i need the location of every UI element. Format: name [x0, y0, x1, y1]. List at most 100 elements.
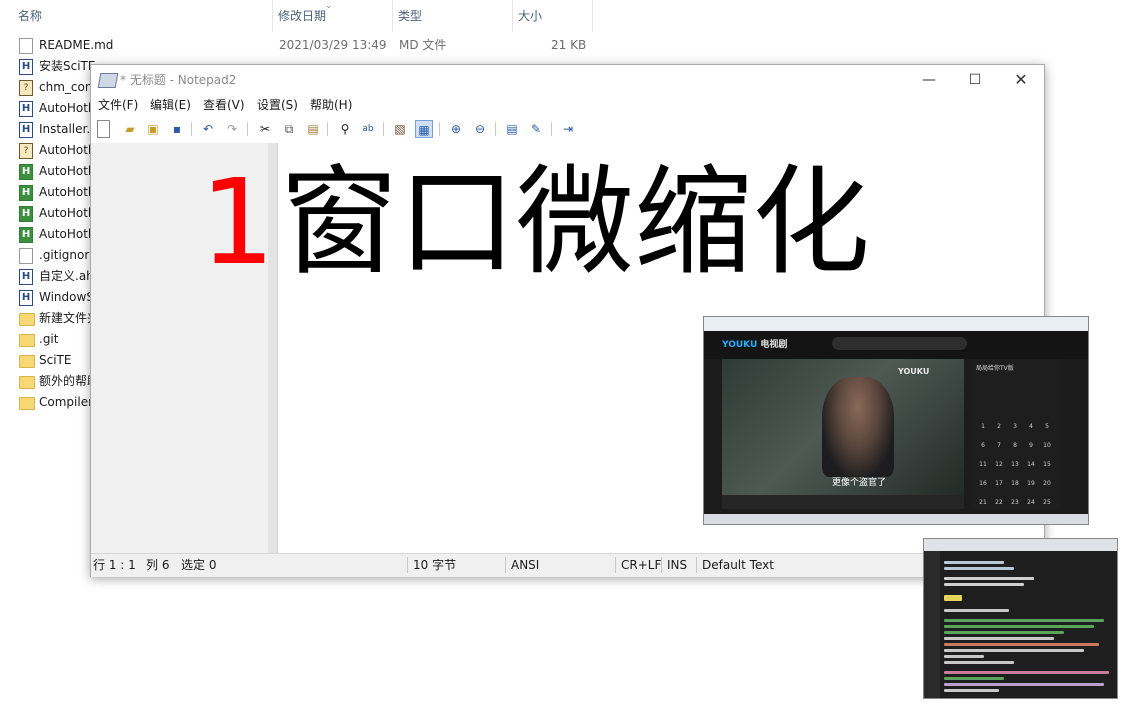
- file-row[interactable]: README.md 2021/03/29 13:49 MD 文件 21 KB: [0, 35, 620, 56]
- episode-button: 4: [1029, 423, 1033, 430]
- menu-file[interactable]: 文件(F): [98, 95, 138, 115]
- toolbar-separator: [439, 122, 440, 136]
- file-name: README.md: [39, 38, 114, 52]
- customize-scheme-icon[interactable]: ✎: [527, 120, 545, 138]
- episode-button: 11: [979, 461, 987, 468]
- video-frame: YOUKU 更像个盗官了: [722, 359, 964, 495]
- episode-button: 7: [997, 442, 1001, 449]
- code-line: [944, 637, 1054, 640]
- file-name: AutoHotl: [39, 143, 92, 157]
- code-line: [944, 649, 1084, 652]
- redo-icon[interactable]: ↷: [223, 120, 241, 138]
- document-icon: [19, 248, 33, 264]
- folder-icon: [19, 397, 35, 410]
- save-icon[interactable]: ▪: [168, 120, 186, 138]
- title-bar[interactable]: * 无标题 - Notepad2 — ☐ ✕: [91, 65, 1044, 95]
- episode-button: 18: [1011, 480, 1019, 487]
- episode-button: 21: [979, 499, 987, 506]
- file-name: AutoHotl: [39, 206, 92, 220]
- ahk-green-icon: H: [19, 164, 33, 180]
- episode-button: 9: [1029, 442, 1033, 449]
- file-name: AutoHotl: [39, 185, 92, 199]
- episode-button: 12: [995, 461, 1003, 468]
- ahk-script-icon: H: [19, 101, 33, 117]
- ahk-script-icon: H: [19, 290, 33, 306]
- toolbar: ▰ ▣ ▪ ↶ ↷ ✂ ⧉ ▤ ⚲ ab ▧ ▦ ⊕ ⊖ ▤ ✎ ⇥: [91, 116, 1044, 142]
- toolbar-separator: [191, 122, 192, 136]
- episode-button: 17: [995, 480, 1003, 487]
- thumbnail-code-editor-window[interactable]: [923, 538, 1118, 699]
- status-insert-mode[interactable]: INS: [667, 554, 687, 576]
- zoom-out-icon[interactable]: ⊖: [471, 120, 489, 138]
- toggle-view-icon[interactable]: ▦: [415, 120, 433, 138]
- menu-bar: 文件(F) 编辑(E) 查看(V) 设置(S) 帮助(H): [91, 95, 1044, 115]
- folder-icon: [19, 334, 35, 347]
- editor-gutter: [924, 551, 940, 698]
- status-bytes: 10 字节: [413, 558, 457, 572]
- status-column: 列 6: [146, 558, 170, 572]
- episode-button: 23: [1011, 499, 1019, 506]
- file-name: 安装SciTE: [39, 59, 96, 73]
- scheme-icon[interactable]: ▤: [503, 120, 521, 138]
- overlay-title: 窗口微缩化: [280, 153, 871, 291]
- overlay-number: 1: [200, 153, 276, 291]
- browse-icon[interactable]: ▣: [144, 120, 162, 138]
- window-title: * 无标题 - Notepad2: [120, 73, 237, 87]
- menu-help[interactable]: 帮助(H): [310, 95, 352, 115]
- exit-icon[interactable]: ⇥: [559, 120, 577, 138]
- column-header-type[interactable]: 类型: [393, 0, 513, 32]
- close-button[interactable]: ✕: [998, 65, 1044, 95]
- episode-button: 6: [981, 442, 985, 449]
- ahk-script-icon: H: [19, 269, 33, 285]
- ahk-green-icon: H: [19, 185, 33, 201]
- episode-button: 10: [1043, 442, 1051, 449]
- code-line: [944, 689, 999, 692]
- menu-edit[interactable]: 编辑(E): [150, 95, 191, 115]
- file-type: MD 文件: [399, 38, 447, 52]
- episode-button: 8: [1013, 442, 1017, 449]
- file-name: Installer.: [39, 122, 91, 136]
- video-person-image: [822, 377, 894, 477]
- menu-settings[interactable]: 设置(S): [257, 95, 298, 115]
- code-comment-line: [944, 677, 1004, 680]
- site-logo: YOUKU 电视剧: [722, 340, 788, 350]
- file-name: chm_con: [39, 80, 93, 94]
- episode-button: 14: [1027, 461, 1035, 468]
- status-line-ending[interactable]: CR+LF: [621, 554, 661, 576]
- paste-icon[interactable]: ▤: [304, 120, 322, 138]
- zoom-in-icon[interactable]: ⊕: [447, 120, 465, 138]
- code-comment-line: [944, 625, 1094, 628]
- undo-icon[interactable]: ↶: [199, 120, 217, 138]
- status-encoding[interactable]: ANSI: [511, 554, 539, 576]
- file-name: .gitignor: [39, 248, 90, 262]
- ahk-green-icon: H: [19, 227, 33, 243]
- episode-button: 3: [1013, 423, 1017, 430]
- maximize-button[interactable]: ☐: [952, 65, 998, 95]
- new-file-icon[interactable]: [97, 120, 110, 138]
- status-separator: [615, 557, 616, 573]
- taskbar-strip: [704, 514, 1088, 524]
- thumbnail-video-window[interactable]: YOUKU 电视剧 YOUKU 更像个盗官了 局局给你TV版 1 2 3 4 56 7 8 9…: [703, 316, 1089, 525]
- word-wrap-icon[interactable]: ▧: [391, 120, 409, 138]
- episode-panel: 局局给你TV版 1 2 3 4 56 7 8 9 1011 12 13 14 1516 17 18 19 202…: [972, 359, 1060, 524]
- replace-icon[interactable]: ab: [359, 120, 377, 138]
- episode-button: 24: [1027, 499, 1035, 506]
- episode-button: 25: [1043, 499, 1051, 506]
- column-header-size[interactable]: 大小: [513, 0, 593, 32]
- open-folder-icon[interactable]: ▰: [121, 120, 139, 138]
- toolbar-separator: [327, 122, 328, 136]
- browser-chrome: [704, 317, 1088, 331]
- status-scheme[interactable]: Default Text: [702, 554, 774, 576]
- menu-view[interactable]: 查看(V): [203, 95, 245, 115]
- file-name: AutoHotl: [39, 164, 92, 178]
- column-header-name[interactable]: 名称: [13, 0, 273, 32]
- find-icon[interactable]: ⚲: [336, 120, 354, 138]
- file-name: Compiler: [39, 395, 94, 409]
- toolbar-separator: [495, 122, 496, 136]
- cut-icon[interactable]: ✂: [256, 120, 274, 138]
- minimize-button[interactable]: —: [906, 65, 952, 95]
- code-line: [944, 561, 1004, 564]
- status-separator: [505, 557, 506, 573]
- copy-icon[interactable]: ⧉: [280, 120, 298, 138]
- column-header-date[interactable]: ⌄ 修改日期: [273, 0, 393, 32]
